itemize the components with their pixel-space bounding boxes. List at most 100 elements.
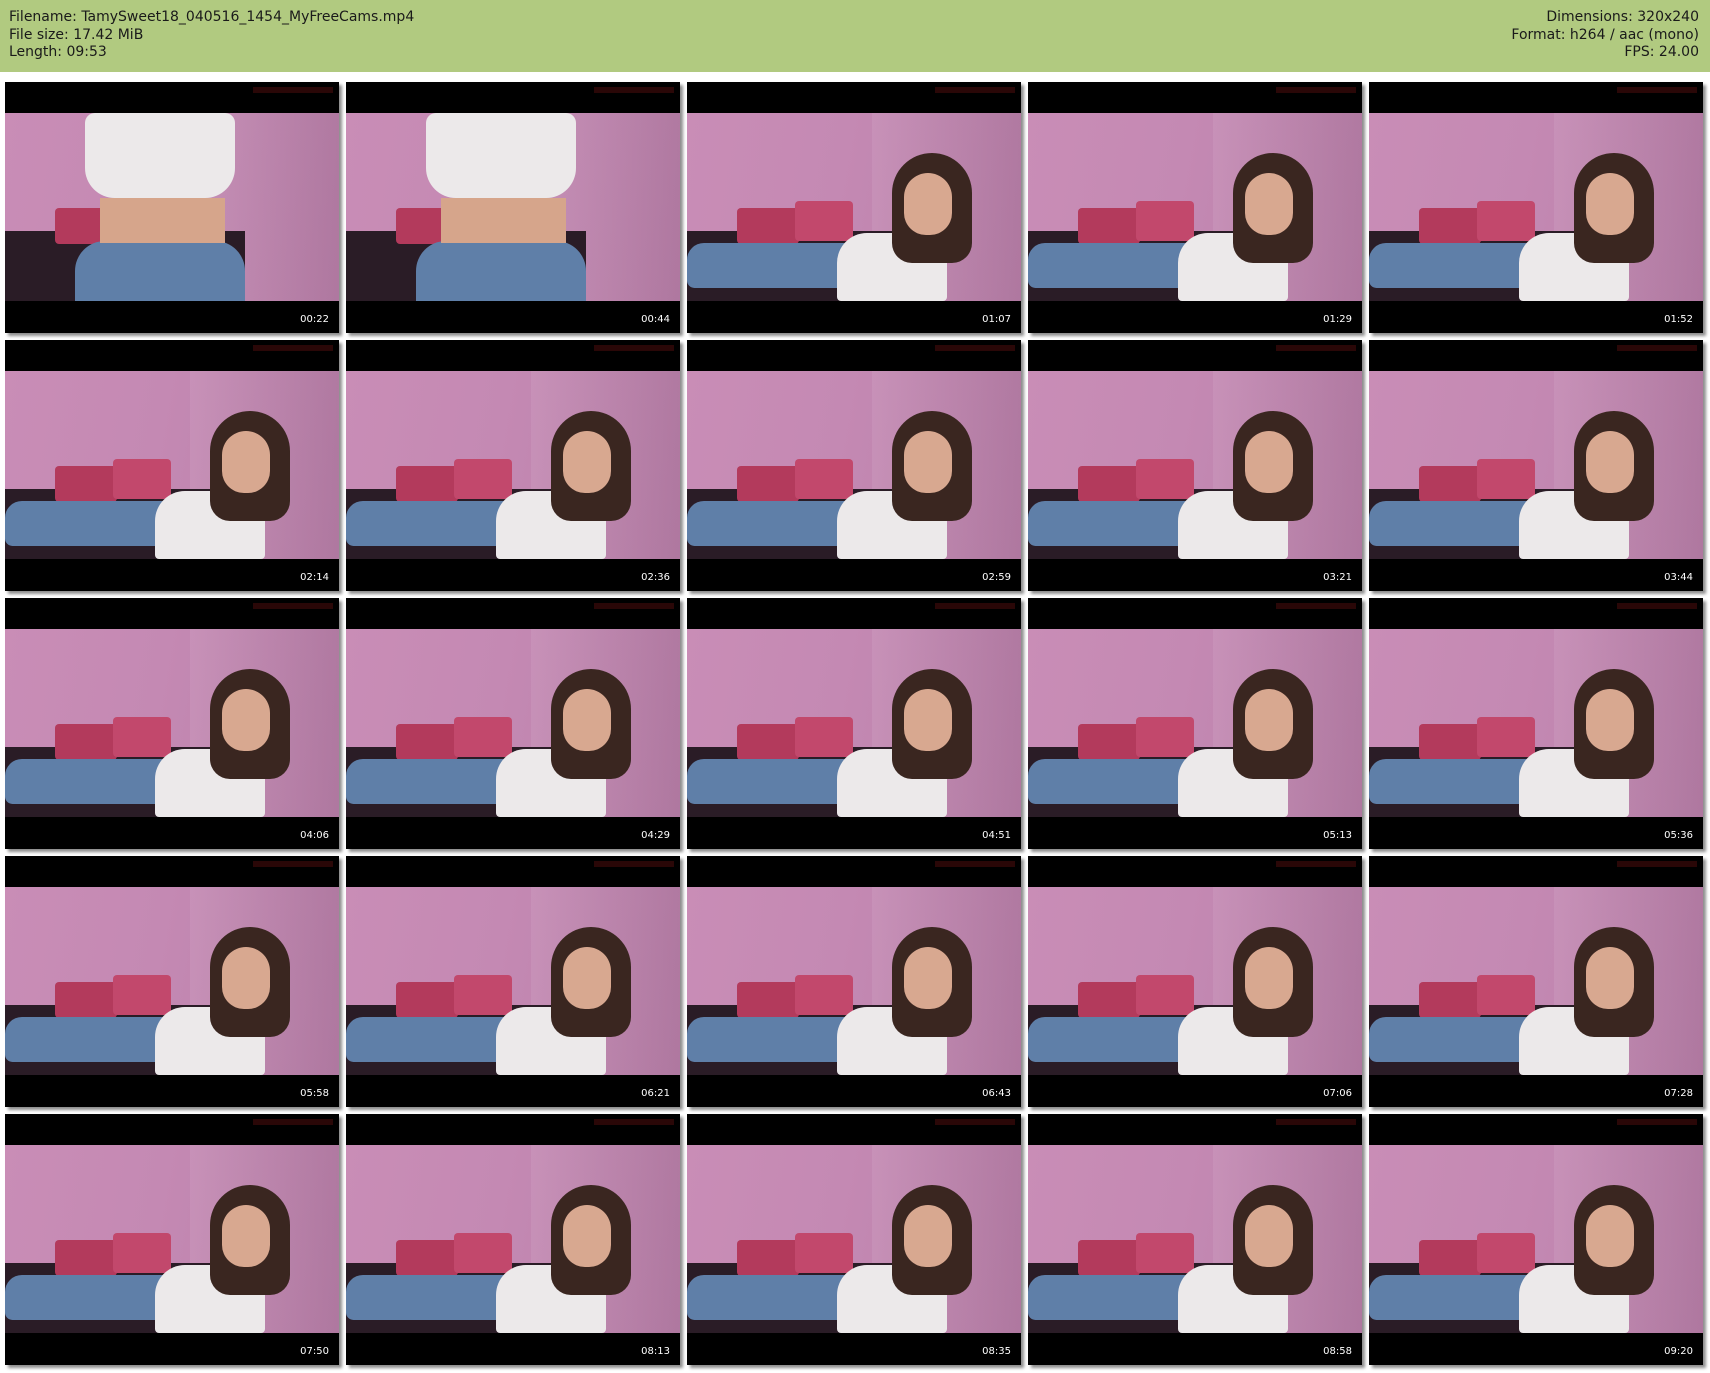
- frame-shape-pillow2: [1136, 975, 1194, 1015]
- frame-shape-pillow2: [795, 717, 853, 757]
- video-frame: [346, 371, 680, 559]
- thumbnail-timestamp: 02:59: [982, 572, 1011, 583]
- watermark: [253, 603, 333, 609]
- frame-shape-pillow1: [1419, 1240, 1481, 1276]
- dimensions-label: Dimensions:: [1546, 9, 1633, 25]
- frame-shape-face: [1586, 431, 1634, 493]
- watermark: [253, 861, 333, 867]
- video-thumbnail: 01:29: [1028, 82, 1362, 333]
- fps-value: 24.00: [1658, 44, 1699, 60]
- dimensions-line: Dimensions: 320x240: [1511, 9, 1699, 27]
- frame-shape-pillow2: [1136, 717, 1194, 757]
- frame-shape-pillow1: [1419, 724, 1481, 760]
- video-frame: [1369, 629, 1703, 817]
- frame-shape-pillow2: [795, 1233, 853, 1273]
- frame-shape-pillow2: [113, 1233, 171, 1273]
- video-thumbnail: 00:44: [346, 82, 680, 333]
- frame-shape-pillow2: [454, 1233, 512, 1273]
- watermark: [1617, 603, 1697, 609]
- thumbnail-timestamp: 01:07: [982, 314, 1011, 325]
- frame-shape-pillow2: [1136, 459, 1194, 499]
- file-info-left: Filename: TamySweet18_040516_1454_MyFree…: [9, 9, 414, 62]
- filesize-line: File size: 17.42 MiB: [9, 27, 414, 45]
- frame-shape-face: [904, 947, 952, 1009]
- frame-shape-pillow2: [454, 717, 512, 757]
- watermark: [253, 345, 333, 351]
- frame-shape-pillow1: [1078, 1240, 1140, 1276]
- frame-shape-pillow2: [113, 459, 171, 499]
- frame-shape-pillow1: [55, 982, 117, 1018]
- frame-shape-face: [563, 947, 611, 1009]
- video-frame: [687, 371, 1021, 559]
- file-info-header: Filename: TamySweet18_040516_1454_MyFree…: [0, 0, 1710, 72]
- frame-shape-face: [904, 431, 952, 493]
- video-frame: [5, 113, 339, 301]
- frame-shape-pillow2: [1477, 975, 1535, 1015]
- watermark: [935, 861, 1015, 867]
- video-frame: [1028, 629, 1362, 817]
- thumbnail-timestamp: 04:29: [641, 830, 670, 841]
- video-thumbnail: 02:14: [5, 340, 339, 591]
- frame-shape-pillow2: [795, 201, 853, 241]
- frame-shape-pillow1: [1419, 982, 1481, 1018]
- thumbnail-timestamp: 01:52: [1664, 314, 1693, 325]
- video-frame: [1369, 887, 1703, 1075]
- video-thumbnail: 05:36: [1369, 598, 1703, 849]
- thumbnail-timestamp: 08:13: [641, 1346, 670, 1357]
- video-frame: [1369, 371, 1703, 559]
- thumbnail-timestamp: 05:58: [300, 1088, 329, 1099]
- thumbnail-timestamp: 07:06: [1323, 1088, 1352, 1099]
- frame-shape-pillow1: [1419, 208, 1481, 244]
- thumbnail-timestamp: 03:44: [1664, 572, 1693, 583]
- filesize-label: File size:: [9, 26, 69, 43]
- frame-shape-pillow1: [55, 724, 117, 760]
- video-thumbnail: 01:07: [687, 82, 1021, 333]
- video-frame: [1028, 371, 1362, 559]
- frame-shape-pillow1: [1078, 982, 1140, 1018]
- video-thumbnail: 05:13: [1028, 598, 1362, 849]
- frame-shape-pillow1: [737, 208, 799, 244]
- frame-shape-face: [1586, 689, 1634, 751]
- thumbnail-timestamp: 02:14: [300, 572, 329, 583]
- frame-shape-pillow1: [1078, 724, 1140, 760]
- watermark: [594, 603, 674, 609]
- frame-shape-pillow2: [795, 459, 853, 499]
- frame-shape-pillow1: [55, 466, 117, 502]
- frame-shape-pillow1: [737, 1240, 799, 1276]
- video-thumbnail: 01:52: [1369, 82, 1703, 333]
- frame-shape-face: [1245, 689, 1293, 751]
- fps-line: FPS: 24.00: [1511, 44, 1699, 62]
- frame-shape-face: [904, 1205, 952, 1267]
- watermark: [1276, 1119, 1356, 1125]
- video-frame: [346, 887, 680, 1075]
- thumbnail-grid: 00:22 00:44 01:07 01:29 01:52 02:14 02:36 02:59…: [5, 82, 1705, 1368]
- video-frame: [687, 887, 1021, 1075]
- thumbnail-timestamp: 04:06: [300, 830, 329, 841]
- frame-shape-face: [222, 1205, 270, 1267]
- frame-shape-face: [904, 173, 952, 235]
- frame-shape-pillow1: [396, 982, 458, 1018]
- frame-shape-pillow1: [396, 466, 458, 502]
- frame-shape-pillow1: [737, 982, 799, 1018]
- frame-shape-pillow2: [113, 975, 171, 1015]
- frame-shape-pillow1: [1419, 466, 1481, 502]
- length-label: Length:: [9, 44, 63, 60]
- video-thumbnail: 07:50: [5, 1114, 339, 1365]
- video-frame: [687, 1145, 1021, 1333]
- watermark: [1617, 345, 1697, 351]
- length-value: 09:53: [66, 44, 107, 60]
- thumbnail-timestamp: 03:21: [1323, 572, 1352, 583]
- watermark: [1617, 1119, 1697, 1125]
- watermark: [1617, 87, 1697, 93]
- thumbnail-timestamp: 01:29: [1323, 314, 1352, 325]
- watermark: [1276, 861, 1356, 867]
- thumbnail-timestamp: 05:36: [1664, 830, 1693, 841]
- watermark: [1276, 87, 1356, 93]
- file-info-right: Dimensions: 320x240 Format: h264 / aac (…: [1511, 9, 1699, 62]
- frame-shape-jeans: [416, 241, 586, 301]
- video-frame: [346, 113, 680, 301]
- fps-label: FPS:: [1624, 44, 1655, 60]
- video-frame: [687, 113, 1021, 301]
- video-frame: [1028, 887, 1362, 1075]
- video-frame: [346, 629, 680, 817]
